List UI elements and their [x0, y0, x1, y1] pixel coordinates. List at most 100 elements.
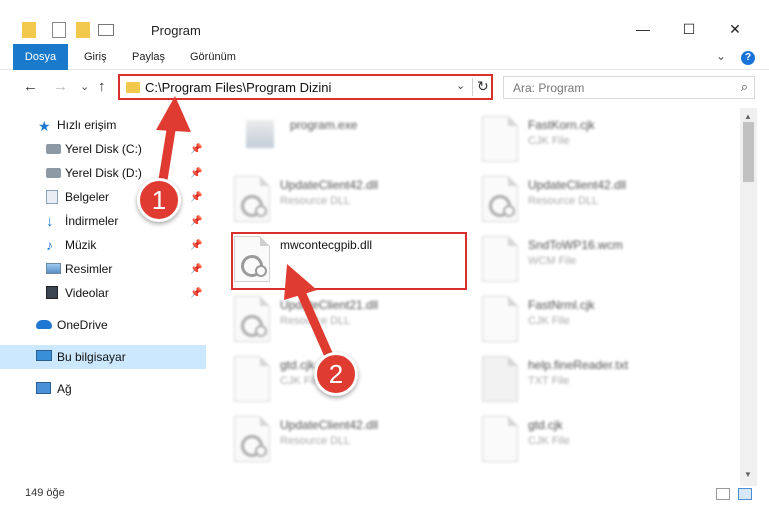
- callout-badge-2: 2: [314, 352, 358, 396]
- pictures-icon: [46, 263, 61, 274]
- dll-file-icon: [234, 296, 270, 342]
- file-item[interactable]: SndToWP16.wcm WCM File: [482, 232, 720, 288]
- file-icon: [482, 116, 518, 162]
- customize-toolbar-icon[interactable]: [98, 24, 114, 36]
- sidebar-item-this-pc[interactable]: Bu bilgisayar: [0, 345, 206, 369]
- large-icons-view-icon[interactable]: [738, 488, 752, 500]
- sidebar-item-label: Yerel Disk (C:): [65, 142, 142, 156]
- pin-icon[interactable]: 📌: [190, 144, 202, 155]
- back-button[interactable]: ←: [23, 78, 38, 95]
- file-type: Resource DLL: [528, 195, 599, 207]
- help-button[interactable]: ?: [741, 51, 755, 65]
- network-icon: [36, 382, 51, 394]
- pin-icon[interactable]: 📌: [190, 240, 202, 251]
- status-bar: 149 öğe: [0, 482, 769, 504]
- search-input[interactable]: Ara: Program ⌕: [503, 76, 755, 99]
- sidebar-item-label: Belgeler: [65, 190, 110, 204]
- tab-view[interactable]: Görünüm: [190, 44, 236, 70]
- details-view-icon[interactable]: [716, 488, 730, 500]
- sidebar-item-label: Videolar: [65, 286, 109, 300]
- dll-file-icon: [234, 176, 270, 222]
- sidebar-item-network[interactable]: Ağ: [0, 377, 206, 401]
- address-path[interactable]: C:\Program Files\Program Dizini: [145, 80, 331, 95]
- tab-share[interactable]: Paylaş: [132, 44, 165, 70]
- computer-icon: [36, 350, 52, 361]
- file-item[interactable]: gtd.cjk CJK File: [482, 412, 720, 468]
- cloud-icon: [36, 320, 52, 329]
- close-button[interactable]: ✕: [712, 14, 758, 44]
- file-type: Resource DLL: [280, 435, 351, 447]
- maximize-button[interactable]: ☐: [666, 14, 712, 44]
- drive-icon: [46, 168, 61, 178]
- sidebar-item-label: Hızlı erişim: [57, 118, 117, 132]
- file-list[interactable]: program.exe FastKorn.cjk CJK File Update…: [206, 108, 740, 478]
- sidebar-item-label: Bu bilgisayar: [57, 350, 126, 364]
- refresh-icon[interactable]: ↻: [477, 78, 489, 95]
- file-type: CJK File: [528, 315, 570, 327]
- properties-icon[interactable]: [52, 22, 66, 38]
- file-item[interactable]: FastKorn.cjk CJK File: [482, 112, 720, 168]
- item-count: 149 öğe: [25, 487, 65, 499]
- file-type: Resource DLL: [280, 195, 351, 207]
- file-item[interactable]: UpdateClient42.dll Resource DLL: [234, 412, 472, 468]
- scroll-down-icon[interactable]: ▼: [744, 470, 752, 479]
- file-icon: [482, 236, 518, 282]
- scroll-thumb[interactable]: [743, 122, 754, 182]
- program-icon: [246, 120, 274, 148]
- file-name: SndToWP16.wcm: [528, 238, 623, 252]
- pin-icon[interactable]: 📌: [190, 168, 202, 179]
- file-name: UpdateClient21.dll: [280, 298, 379, 312]
- file-name: FastKorn.cjk: [528, 118, 595, 132]
- sidebar-item-label: Resimler: [65, 262, 113, 276]
- pin-icon[interactable]: 📌: [190, 264, 202, 275]
- pin-icon[interactable]: 📌: [190, 192, 202, 203]
- vertical-scrollbar[interactable]: ▲ ▼: [740, 108, 757, 486]
- file-item[interactable]: UpdateClient21.dll Resource DLL: [234, 292, 472, 348]
- address-bar[interactable]: C:\Program Files\Program Dizini ⌄ ↻: [118, 74, 493, 100]
- file-item[interactable]: FastNrml.cjk CJK File: [482, 292, 720, 348]
- file-name: FastNrml.cjk: [528, 298, 595, 312]
- sidebar-item-quick-access[interactable]: ★ Hızlı erişim: [0, 113, 206, 137]
- sidebar-item-label: Yerel Disk (D:): [65, 166, 142, 180]
- music-icon: ♪: [46, 237, 53, 253]
- folder-icon: [126, 82, 140, 93]
- pin-icon[interactable]: 📌: [190, 288, 202, 299]
- file-item[interactable]: program.exe: [242, 112, 480, 168]
- file-type: Resource DLL: [280, 315, 351, 327]
- forward-button[interactable]: →: [53, 78, 68, 95]
- collapse-ribbon-icon[interactable]: ⌄: [716, 49, 726, 63]
- pin-icon[interactable]: 📌: [190, 216, 202, 227]
- file-item[interactable]: UpdateClient42.dll Resource DLL: [234, 172, 472, 228]
- sidebar-item-videos[interactable]: Videolar 📌: [0, 281, 206, 305]
- sidebar-item-label: Ağ: [57, 382, 72, 396]
- up-button[interactable]: ↑: [98, 78, 106, 95]
- file-name: help.fineReader.txt: [528, 358, 629, 372]
- tab-home[interactable]: Giriş: [84, 44, 107, 70]
- documents-icon: [46, 190, 58, 204]
- search-placeholder: Ara: Program: [513, 81, 585, 95]
- minimize-button[interactable]: —: [620, 14, 666, 44]
- sidebar-item-pictures[interactable]: Resimler 📌: [0, 257, 206, 281]
- file-name: program.exe: [290, 118, 358, 132]
- sidebar-item-label: Müzik: [65, 238, 97, 252]
- search-icon[interactable]: ⌕: [741, 79, 748, 95]
- tab-file[interactable]: Dosya: [13, 44, 68, 70]
- address-dropdown-icon[interactable]: ⌄: [456, 79, 465, 92]
- sidebar-item-local-disk-c[interactable]: Yerel Disk (C:) 📌: [0, 137, 206, 161]
- scroll-up-icon[interactable]: ▲: [744, 112, 752, 121]
- recent-locations-button[interactable]: ⌄: [80, 80, 89, 93]
- sidebar-item-onedrive[interactable]: OneDrive: [0, 313, 206, 337]
- dll-file-icon: [234, 416, 270, 462]
- sidebar-item-music[interactable]: ♪ Müzik 📌: [0, 233, 206, 257]
- new-folder-icon[interactable]: [76, 22, 90, 38]
- title-text: Program: [151, 23, 201, 38]
- sidebar-item-local-disk-d[interactable]: Yerel Disk (D:) 📌: [0, 161, 206, 185]
- download-icon: ↓: [46, 213, 54, 230]
- file-name: UpdateClient42.dll: [280, 418, 379, 432]
- file-icon: [482, 296, 518, 342]
- star-icon: ★: [38, 118, 51, 134]
- file-type: CJK File: [528, 135, 570, 147]
- file-item[interactable]: help.fineReader.txt TXT File: [482, 352, 720, 408]
- drive-icon: [46, 144, 61, 154]
- file-item[interactable]: UpdateClient42.dll Resource DLL: [482, 172, 720, 228]
